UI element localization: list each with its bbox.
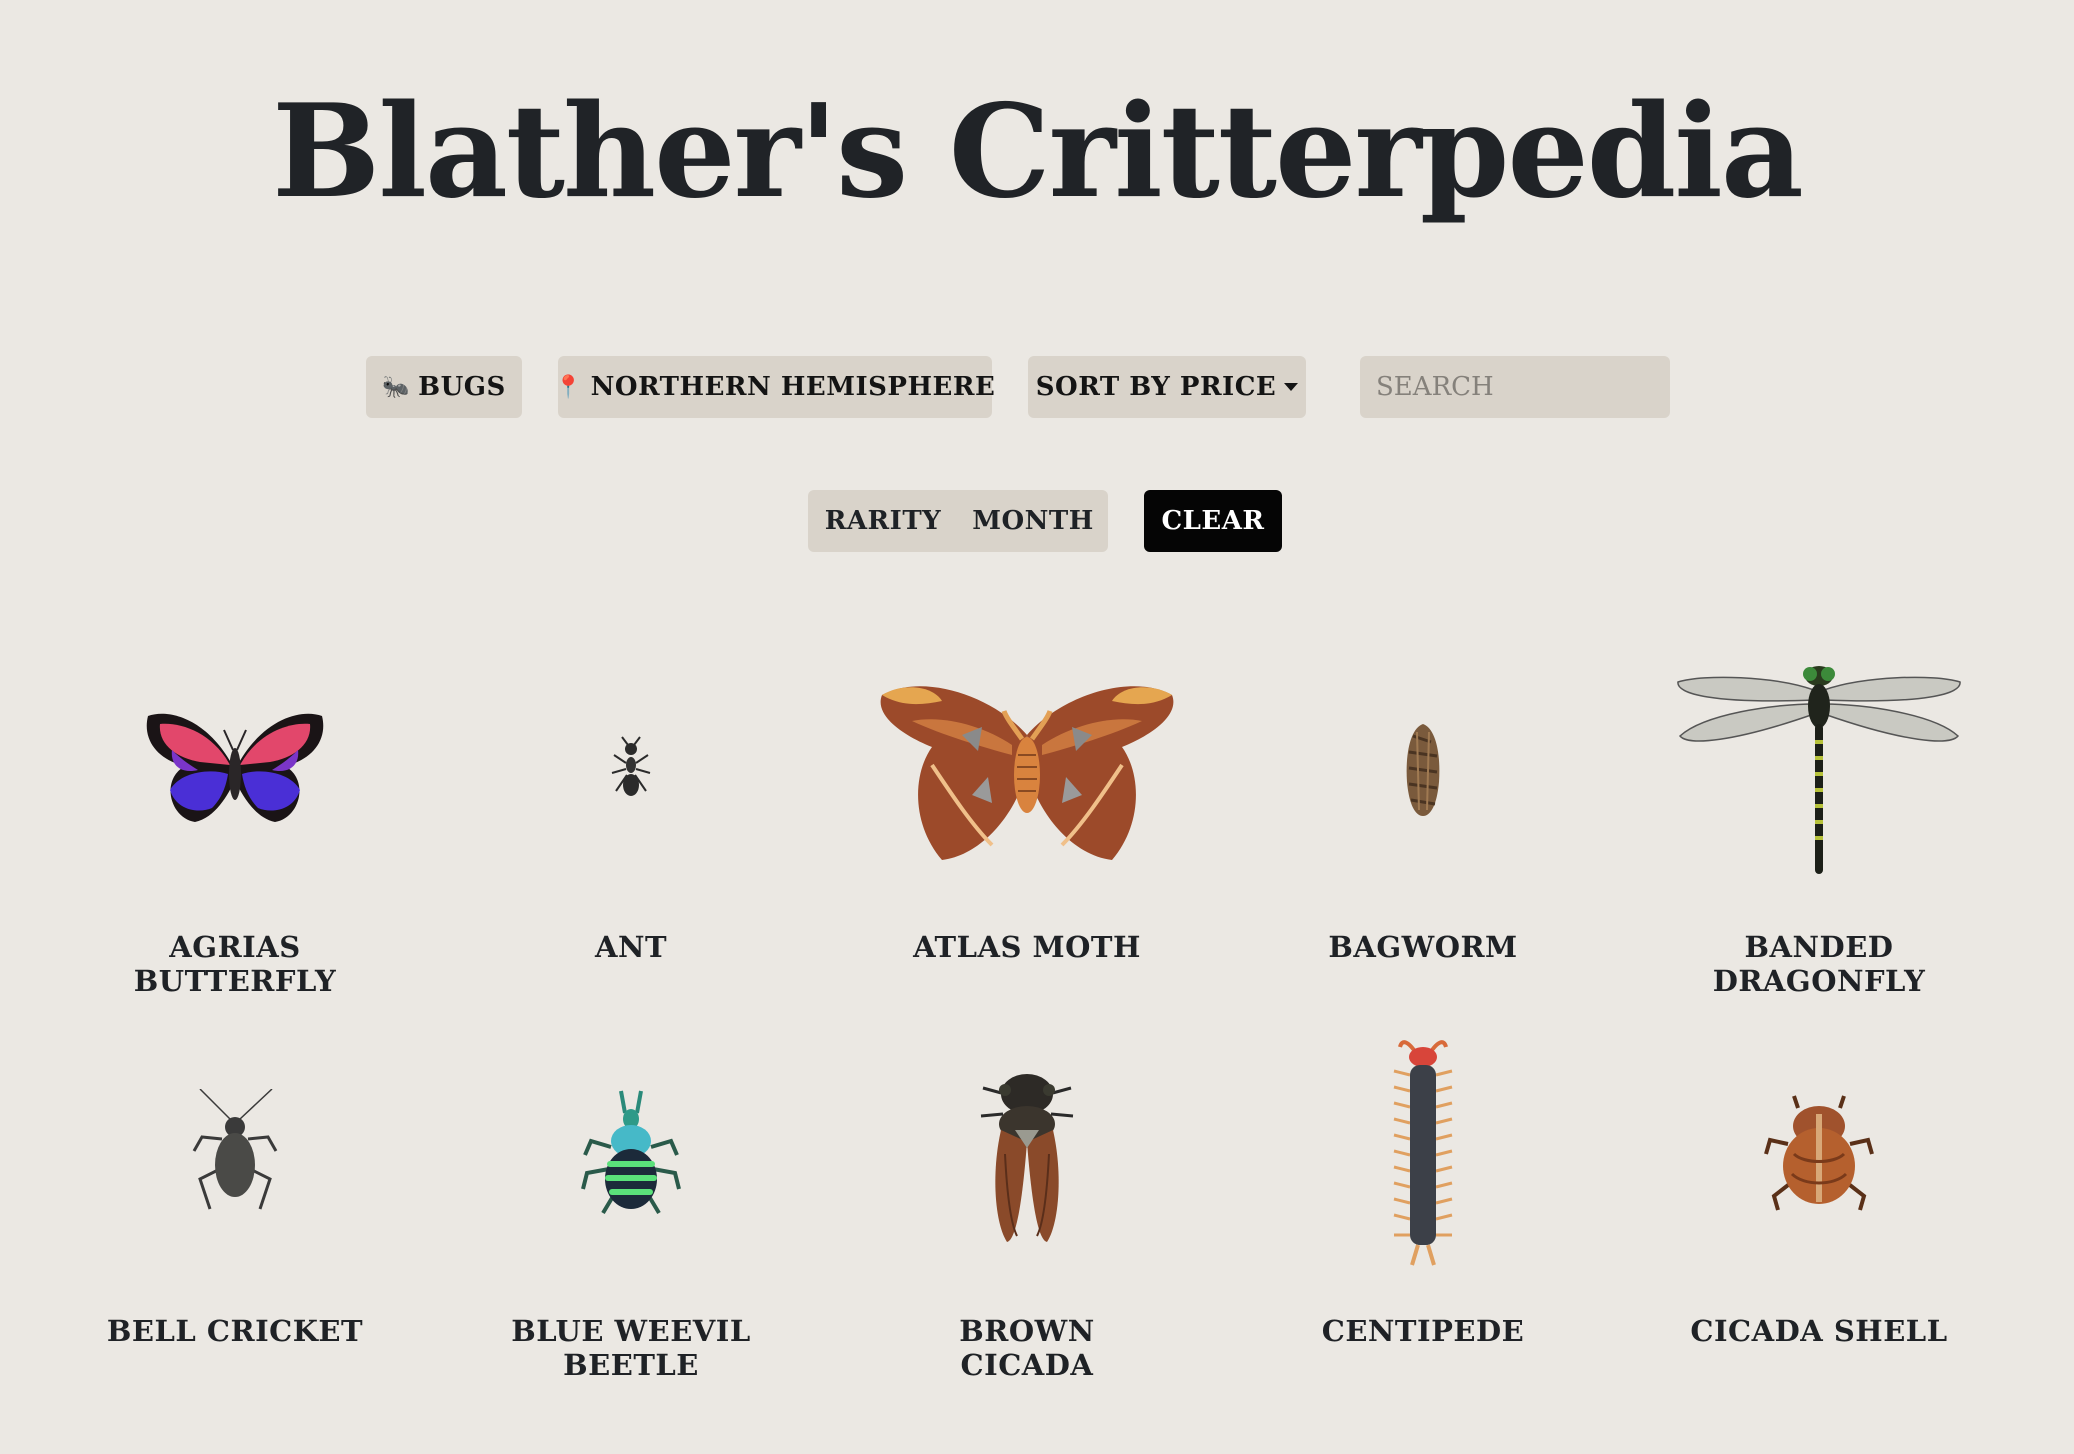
critter-card[interactable]: BAGWORM <box>1225 640 1621 1004</box>
ant-icon <box>433 640 829 900</box>
critter-name: BLUE WEEVIL BEETLE <box>511 1314 751 1382</box>
category-filter-button[interactable]: 🐜 BUGS <box>366 356 522 418</box>
critter-card[interactable]: AGRIAS BUTTERFLY <box>37 640 433 1004</box>
clear-button[interactable]: CLEAR <box>1144 490 1282 552</box>
caret-down-icon <box>1284 383 1299 391</box>
critter-card[interactable]: BANDED DRAGONFLY <box>1621 640 2017 1004</box>
critter-card[interactable]: CICADA SHELL <box>1621 1024 2017 1388</box>
centipede-icon <box>1225 1024 1621 1284</box>
bagworm-icon <box>1225 640 1621 900</box>
dragonfly-icon <box>1621 640 2017 900</box>
cicada-shell-icon <box>1621 1024 2017 1284</box>
rarity-toggle[interactable]: RARITY <box>808 506 958 536</box>
critter-card[interactable]: CENTIPEDE <box>1225 1024 1621 1388</box>
critter-card[interactable]: BELL CRICKET <box>37 1024 433 1388</box>
critter-name: BROWN CICADA <box>959 1314 1095 1382</box>
weevil-icon <box>433 1024 829 1284</box>
map-pin-icon: 📍 <box>554 374 583 400</box>
hemisphere-filter-button[interactable]: 📍 NORTHERN HEMISPHERE <box>554 356 995 418</box>
moth-icon <box>829 640 1225 900</box>
critter-name: BAGWORM <box>1328 930 1518 964</box>
critter-name: ANT <box>594 930 668 964</box>
category-filter-label: BUGS <box>418 372 506 402</box>
butterfly-icon <box>37 640 433 900</box>
filter-toggle-group: RARITY MONTH <box>808 490 1108 552</box>
critter-card[interactable]: ATLAS MOTH <box>829 640 1225 1004</box>
critter-name: CICADA SHELL <box>1690 1314 1948 1348</box>
sort-dropdown-label: SORT BY PRICE <box>1035 372 1277 402</box>
page-title: Blather's Critterpedia <box>272 77 1804 227</box>
month-toggle[interactable]: MONTH <box>958 506 1108 536</box>
critter-name: AGRIAS BUTTERFLY <box>133 930 337 998</box>
critter-grid: AGRIAS BUTTERFLY ANT ATLAS MOTH BAGWORM … <box>0 640 2074 1388</box>
critter-name: ATLAS MOTH <box>913 930 1141 964</box>
critter-name: BELL CRICKET <box>106 1314 364 1348</box>
cicada-icon <box>829 1024 1225 1284</box>
ant-icon: 🐜 <box>382 374 411 400</box>
critter-card[interactable]: BLUE WEEVIL BEETLE <box>433 1024 829 1388</box>
critter-card[interactable]: ANT <box>433 640 829 1004</box>
critter-name: CENTIPEDE <box>1321 1314 1525 1348</box>
cricket-icon <box>37 1024 433 1284</box>
critter-name: BANDED DRAGONFLY <box>1712 930 1926 998</box>
search-input[interactable] <box>1360 356 1670 418</box>
critter-card[interactable]: BROWN CICADA <box>829 1024 1225 1388</box>
sort-dropdown-button[interactable]: SORT BY PRICE <box>1028 356 1306 418</box>
hemisphere-filter-label: NORTHERN HEMISPHERE <box>590 372 996 402</box>
